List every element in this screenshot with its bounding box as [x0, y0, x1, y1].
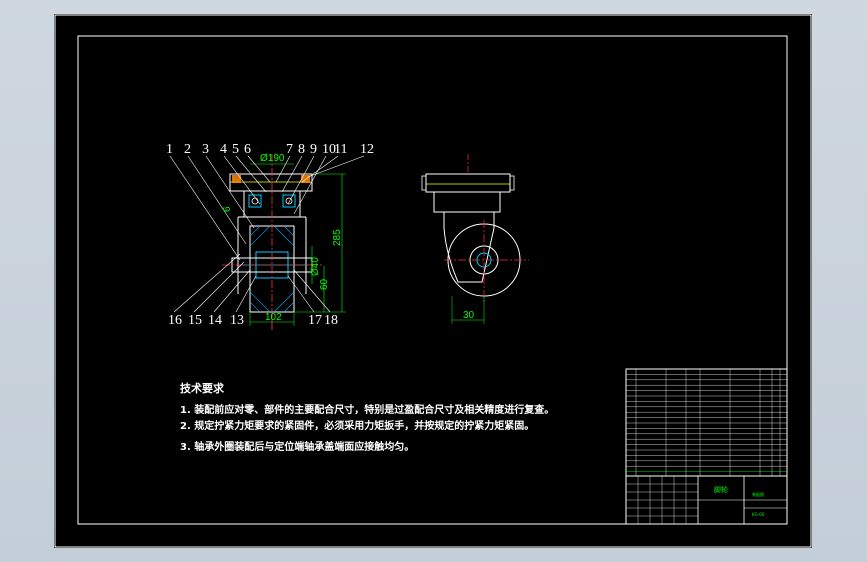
left-bearing: [248, 194, 262, 208]
balloon-top: 11: [334, 142, 347, 157]
tech-req-item-2: 2. 规定拧紧力矩要求的紧固件，必须采用力矩扳手，并按规定的拧紧力矩紧固。: [180, 419, 534, 432]
balloon-top: 5: [232, 142, 239, 157]
balloon-top: 9: [310, 142, 317, 157]
dim-small-left: 6: [222, 206, 233, 212]
balloon-top: 4: [220, 142, 227, 157]
balloon-top: 1: [166, 142, 173, 157]
drawing-sheet[interactable]: 1 2 3 4 5 6 7 8 9 10 11 12 16 15 14 13 17 18 Ø190 285 Ø4…: [54, 14, 812, 548]
balloon-bottom: 15: [188, 313, 202, 328]
title-block: 脚轮 装配图 KG-00: [625, 368, 788, 525]
balloon-bottom: 17: [308, 313, 322, 328]
left-ball: [251, 197, 259, 205]
balloon-top: 6: [244, 142, 251, 157]
side-fork: [443, 212, 495, 283]
balloon-top: 3: [202, 142, 209, 157]
balloon-top: 7: [286, 142, 293, 157]
balloon-bottom: 18: [324, 313, 338, 328]
drawing-canvas: 1 2 3 4 5 6 7 8 9 1011 12 16 15 14 13 17 18 Ø190 285 Ø4…: [54, 14, 812, 548]
balloon-top: 8: [298, 142, 305, 157]
leader-lines-bottom: [173, 253, 331, 313]
right-bearing: [282, 194, 296, 208]
bom-table: [626, 368, 787, 476]
title-material-cell: 装配图: [752, 491, 764, 497]
title-drawing-name: 脚轮: [714, 485, 728, 494]
tech-req-item-3: 3. 轴承外圈装配后与定位端轴承盖端面应接触均匀。: [180, 440, 414, 453]
dim-shaft-diameter: Ø40: [310, 257, 321, 276]
outer-frame: [54, 14, 812, 548]
dim-top-diameter: Ø190: [260, 153, 285, 164]
balloon-bottom: 16: [168, 313, 182, 328]
balloon-top: 12: [360, 142, 374, 157]
dim-total-height: 285: [332, 229, 343, 246]
dim-side-gap: 30: [463, 310, 475, 321]
dim-bottom-width: 102: [265, 312, 282, 323]
balloon-bottom: 13: [230, 313, 244, 328]
left-bolt: [232, 175, 241, 183]
tech-req-title: 技术要求: [180, 381, 225, 395]
tech-req-item-1: 1. 装配前应对零、部件的主要配合尺寸，特别是过盈配合尺寸及相关精度进行复查。: [180, 403, 554, 416]
dim-lower-height: 60: [319, 278, 330, 290]
balloon-top: 2: [184, 142, 191, 157]
side-housing: [433, 191, 501, 213]
title-code-cell: KG-00: [752, 512, 765, 517]
technical-requirements: 技术要求 1. 装配前应对零、部件的主要配合尺寸，特别是过盈配合尺寸及相关精度进…: [180, 381, 554, 453]
balloon-bottom: 14: [208, 313, 222, 328]
balloon-labels-bottom: 16 15 14 13 17 18: [168, 313, 338, 328]
side-plate: [425, 173, 511, 193]
side-view: [421, 154, 529, 324]
cad-viewport[interactable]: 1 2 3 4 5 6 7 8 9 10 11 12 16 15 14 13 17 18 Ø190 285 Ø4…: [0, 0, 867, 562]
